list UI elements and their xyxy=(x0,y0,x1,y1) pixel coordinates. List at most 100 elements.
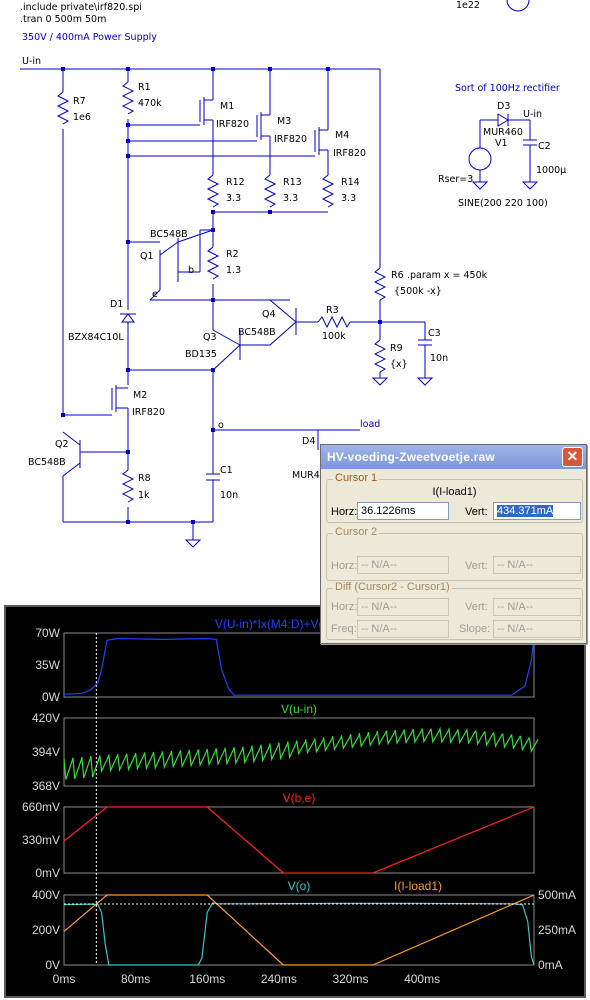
spice-directives: .include private\irf820.spi .tran 0 500m… xyxy=(20,2,142,25)
cursor1-group: Cursor 1 I(I-load1) Horz: 36.1226ms Vert… xyxy=(326,472,583,523)
pane-title[interactable]: V(u-in) xyxy=(281,702,317,716)
pane-title[interactable]: V(o) xyxy=(288,879,311,893)
trace-v_o[interactable] xyxy=(63,902,535,966)
component-m3[interactable]: M3 IRF820 xyxy=(274,116,307,145)
component-q1[interactable]: BC548B Q1 xyxy=(140,229,188,262)
component-c2[interactable]: C2 1000µ xyxy=(536,141,566,176)
net-label-b[interactable]: b xyxy=(188,265,194,276)
x-tick-label: 160ms xyxy=(189,972,225,986)
y-tick-label: 420V xyxy=(32,711,60,725)
component-m1[interactable]: M1 IRF820 xyxy=(216,101,249,130)
net-label-e[interactable]: e xyxy=(152,289,158,300)
c1-value: 10n xyxy=(220,490,238,501)
r13-value: 3.3 xyxy=(283,193,298,204)
r6-name: R6 xyxy=(391,270,404,281)
diff-horz-label: Horz: xyxy=(331,601,358,613)
component-c1[interactable]: C1 10n xyxy=(220,465,238,501)
component-r7[interactable]: R7 1e6 xyxy=(73,96,91,123)
diff-vert-value: -- N/A-- xyxy=(497,601,534,613)
trace-u_in[interactable] xyxy=(63,726,539,780)
waveform-viewer[interactable]: V(U-in)*Ix(M4:D)+V(N003)*Ix(M 70W 35W 0W V(u… xyxy=(4,605,586,998)
diff-slope-field: -- N/A-- xyxy=(493,620,581,638)
m2-name: M2 xyxy=(133,390,147,401)
y-tick-label: 35W xyxy=(35,658,60,672)
m3-name: M3 xyxy=(277,116,291,127)
component-c3[interactable]: C3 10n xyxy=(428,328,448,364)
m1-value: IRF820 xyxy=(216,119,249,130)
x-tick-label: 240ms xyxy=(261,972,297,986)
rectifier-note: Sort of 100Hz rectifier xyxy=(455,83,560,94)
component-q2[interactable]: Q2 BC548B xyxy=(28,439,69,468)
net-label-u-in-small[interactable]: U-in xyxy=(523,109,542,120)
component-r2[interactable]: R2 1.3 xyxy=(226,249,241,276)
pane-frame xyxy=(63,806,535,874)
component-m4[interactable]: M4 IRF820 xyxy=(333,130,366,159)
net-label-load[interactable]: load xyxy=(360,419,380,430)
net-label-u-in[interactable]: U-in xyxy=(22,56,41,67)
component-m2[interactable]: M2 IRF820 xyxy=(132,390,165,418)
close-icon: ✕ xyxy=(566,448,579,464)
component-r8[interactable]: R8 1k xyxy=(138,473,151,501)
q4-name: Q4 xyxy=(262,309,276,320)
trace-i_load[interactable] xyxy=(63,894,535,966)
m3-value: IRF820 xyxy=(274,134,307,145)
component-r1[interactable]: R1 470k xyxy=(138,82,162,109)
r9-name: R9 xyxy=(390,343,403,354)
y-tick-label: 400V xyxy=(32,888,60,902)
component-q3[interactable]: Q3 BC548B BD135 xyxy=(185,327,276,360)
cursor2-horz-label: Horz: xyxy=(331,560,358,572)
dialog-title: HV-voeding-Zweetvoetje.raw xyxy=(327,450,495,464)
y-tick-label: 0W xyxy=(42,690,61,704)
d3-name: D3 xyxy=(497,101,510,112)
trace-v_be[interactable] xyxy=(63,806,535,874)
diff-freq-label: Freq: xyxy=(331,623,357,635)
c1-name: C1 xyxy=(220,465,233,476)
m1-name: M1 xyxy=(220,101,234,112)
y-tick-label: 660mV xyxy=(22,800,60,814)
v1-name: V1 xyxy=(495,138,508,149)
d4-value: MUR4 xyxy=(292,470,320,481)
cursor1-group-label: Cursor 1 xyxy=(333,472,380,484)
r12-name: R12 xyxy=(226,177,245,188)
dialog-title-bar[interactable]: HV-voeding-Zweetvoetje.raw ✕ xyxy=(321,445,586,469)
component-v1[interactable]: V1 Rser=3 SINE(200 220 100) xyxy=(438,138,548,209)
c3-value: 10n xyxy=(430,353,448,364)
schematic-comment: 350V / 400mA Power Supply xyxy=(22,32,157,43)
d3-value: MUR460 xyxy=(483,127,523,138)
close-button[interactable]: ✕ xyxy=(562,447,583,467)
component-r9[interactable]: R9 {x} xyxy=(390,343,408,370)
cursor-dialog[interactable]: HV-voeding-Zweetvoetje.raw ✕ Cursor 1 I(… xyxy=(320,444,587,644)
cursor2-vert-field: -- N/A-- xyxy=(493,556,581,574)
v1-sine: SINE(200 220 100) xyxy=(458,198,548,209)
cursor1-trace-name: I(I-load1) xyxy=(432,486,477,498)
component-r6[interactable]: R6 .param x = 450k {500k -x} xyxy=(391,270,488,297)
trace-power[interactable] xyxy=(63,637,535,696)
component-r13[interactable]: R13 3.3 xyxy=(283,177,302,204)
cursor2-group-label: Cursor 2 xyxy=(333,526,380,538)
pane-title-secondary[interactable]: I(I-load1) xyxy=(394,879,442,893)
diff-slope-label: Slope: xyxy=(459,623,491,635)
component-d4[interactable]: D4 MUR4 xyxy=(292,436,320,481)
pane-title[interactable]: V(b,e) xyxy=(283,791,316,805)
r6-param: .param x = 450k xyxy=(407,270,488,281)
net-label-o[interactable]: o xyxy=(218,420,224,431)
waveform-plot[interactable]: V(U-in)*Ix(M4:D)+V(N003)*Ix(M70W35W0WV(u… xyxy=(6,607,584,996)
component-r14[interactable]: R14 3.3 xyxy=(341,177,360,204)
x-tick-label: 400ms xyxy=(404,972,440,986)
q3-name: Q3 xyxy=(203,332,217,343)
x-tick-label: 320ms xyxy=(332,972,368,986)
y-tick-label: 0mV xyxy=(35,866,60,880)
component-q4[interactable]: Q4 xyxy=(262,309,276,320)
q2-name: Q2 xyxy=(55,439,69,450)
component-r12[interactable]: R12 3.3 xyxy=(226,177,245,204)
diff-freq-value: -- N/A-- xyxy=(361,623,398,635)
q1-name: Q1 xyxy=(140,251,154,262)
diff-vert-label: Vert: xyxy=(465,601,488,613)
x-tick-label: 0ms xyxy=(53,972,76,986)
cursor1-horz-field[interactable]: 36.1226ms xyxy=(357,502,449,520)
y2-tick-label: 0mA xyxy=(538,958,563,972)
component-d1[interactable]: D1 BZX84C10L xyxy=(68,299,124,343)
cursor1-vert-field[interactable]: 434.371mA xyxy=(493,502,581,520)
r13-name: R13 xyxy=(283,177,302,188)
x-tick-label: 80ms xyxy=(121,972,150,986)
